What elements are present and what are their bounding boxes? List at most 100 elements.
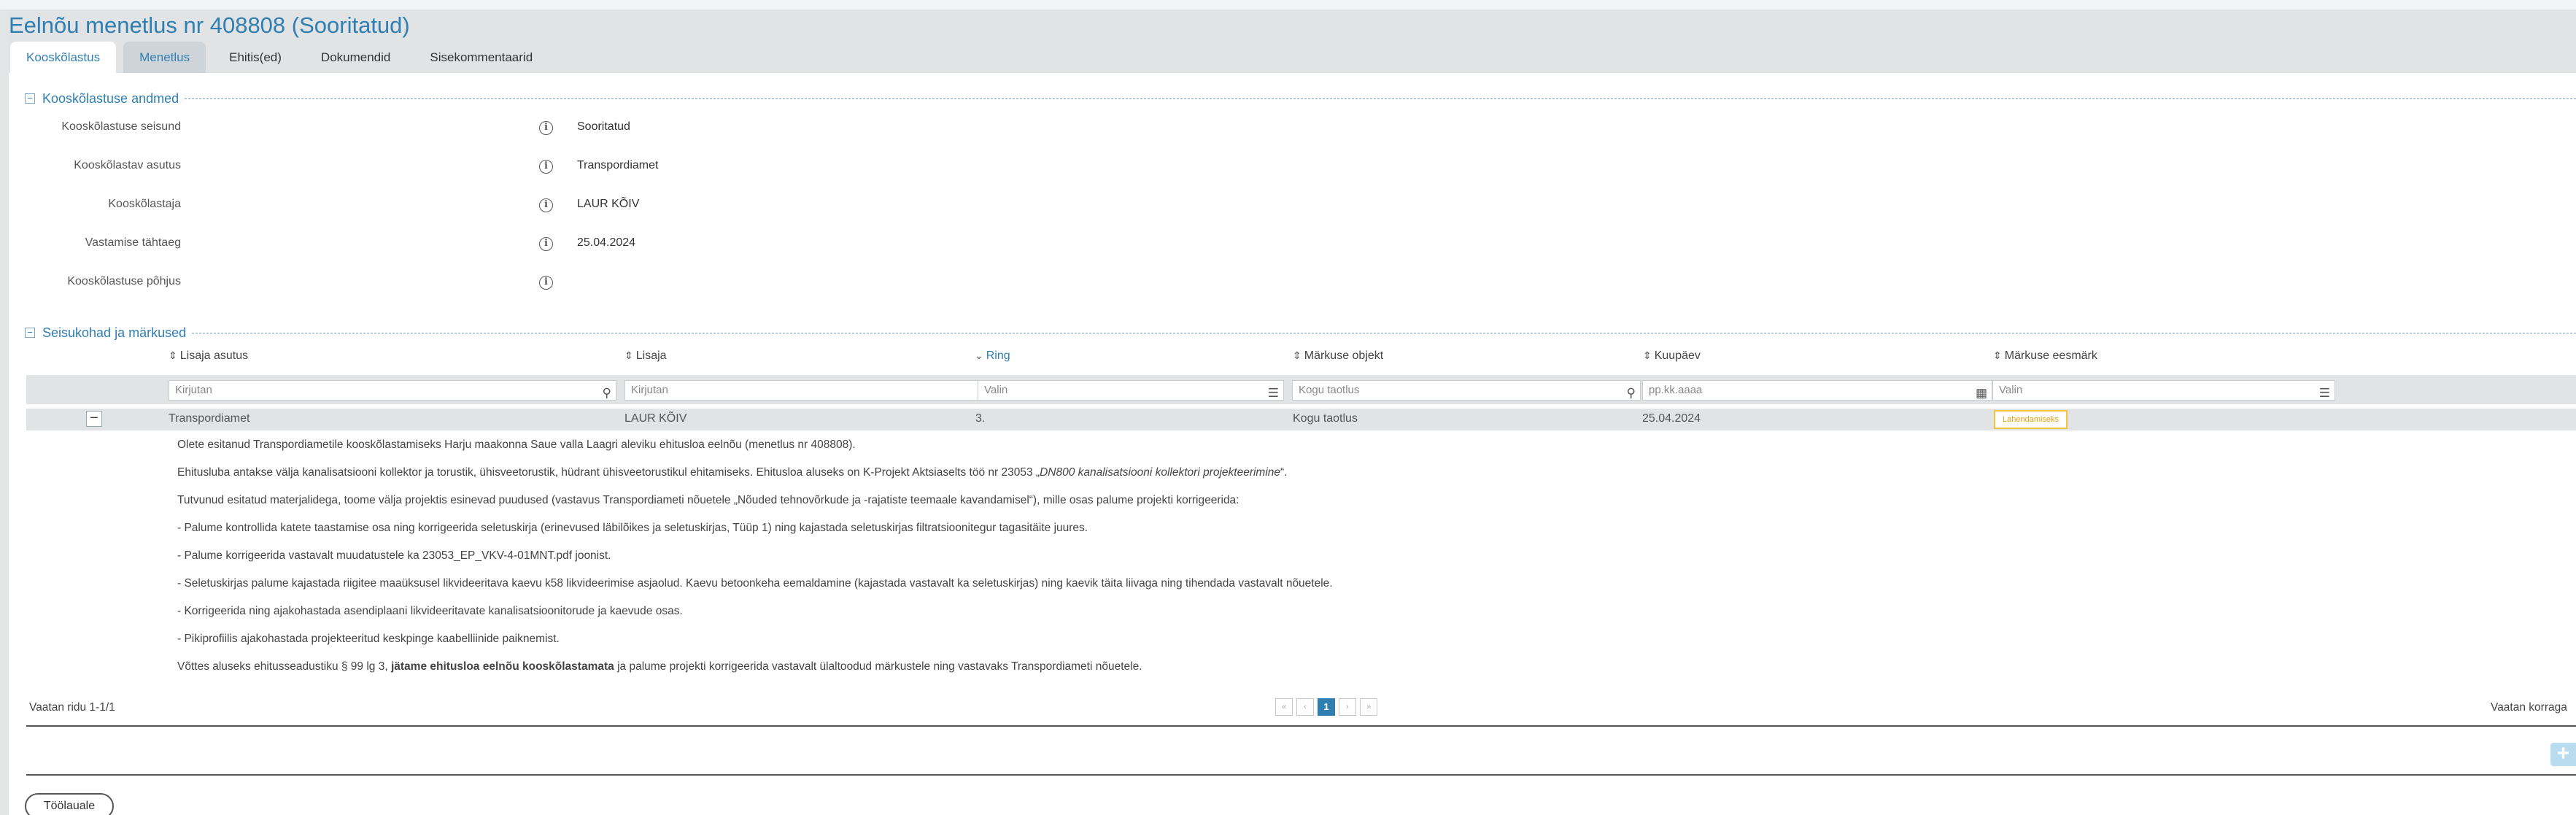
info-icon[interactable]: i xyxy=(539,121,553,135)
page-title: Eelnõu menetlus nr 408808 (Sooritatud) xyxy=(9,12,410,38)
field-kooskolastuse-seisund: Kooskõlastuse seisund i Sooritatud xyxy=(0,120,730,138)
comment-paragraph: Olete esitanud Transpordiametile kooskõl… xyxy=(177,439,856,451)
collapse-row-button[interactable]: − xyxy=(86,411,102,427)
back-to-dashboard-button[interactable]: Töölauale xyxy=(25,793,114,815)
prev-page-button[interactable]: ‹ xyxy=(1296,698,1314,716)
comment-bullet: - Pikiprofiilis ajakohastada projekteeri… xyxy=(177,633,560,645)
list-icon[interactable]: ☰ xyxy=(2319,384,2330,403)
comment-paragraph: Tutvunud esitatud materjalidega, toome v… xyxy=(177,494,1239,506)
comment-bullet: - Palume kontrollida katete taastamise o… xyxy=(177,522,1088,534)
sort-icon: ⇕ xyxy=(1643,349,1652,361)
column-header-lisaja[interactable]: ⇕ Lisaja xyxy=(624,349,667,363)
filter-placeholder: Valin xyxy=(984,384,1008,396)
filter-placeholder: Kirjutan xyxy=(175,384,212,396)
field-value: LAUR KÕIV xyxy=(577,198,640,210)
tab-ehitised[interactable]: Ehitis(ed) xyxy=(213,42,298,73)
field-kooskolastaja: Kooskõlastaja i LAUR KÕIV xyxy=(0,198,730,215)
list-icon[interactable]: ☰ xyxy=(1268,384,1279,403)
comment-paragraph: Ehitusluba antakse välja kanalisatsiooni… xyxy=(177,466,1288,479)
page-header: Eelnõu menetlus nr 408808 (Sooritatud) K… xyxy=(9,10,2576,73)
table-footer: Vaatan ridu 1-1/1 « ‹ 1 › » Vaatan korra… xyxy=(26,698,2576,719)
search-icon[interactable]: ⚲ xyxy=(603,384,611,403)
sort-icon: ⇕ xyxy=(169,349,177,361)
tab-bar: Kooskõlastus Menetlus Ehitis(ed) Dokumen… xyxy=(10,42,556,73)
field-vastamise-tahtaeg: Vastamise tähtaeg i 25.04.2024 xyxy=(0,236,730,254)
status-badge: Lahendamiseks xyxy=(1994,410,2068,429)
table-row[interactable]: − Transpordiamet LAUR KÕIV 3. Kogu taotl… xyxy=(26,409,2576,430)
search-icon[interactable]: ⚲ xyxy=(1627,384,1636,403)
divider xyxy=(26,774,2576,776)
page-number-button[interactable]: 1 xyxy=(1318,698,1335,716)
filter-lisaja-input[interactable]: Kirjutan⚲ xyxy=(624,380,999,401)
cell-ring: 3. xyxy=(975,412,986,425)
field-value: Sooritatud xyxy=(577,120,630,133)
column-label: Lisaja xyxy=(635,349,667,362)
field-label: Kooskõlastav asutus xyxy=(74,159,181,171)
column-label: Kuupäev xyxy=(1654,349,1701,362)
column-label: Märkuse objekt xyxy=(1304,349,1384,362)
tab-kooskolastus[interactable]: Kooskõlastus xyxy=(10,42,117,73)
tab-menetlus[interactable]: Menetlus xyxy=(123,42,206,73)
sort-icon: ⇕ xyxy=(1293,349,1301,361)
sort-icon: ⇕ xyxy=(1993,349,2002,361)
cell-lisaja: LAUR KÕIV xyxy=(624,412,687,425)
comment-text: Ehitusluba antakse välja kanalisatsiooni… xyxy=(177,466,1040,479)
comment-strong: jätame ehitusloa eelnõu kooskõlastamata xyxy=(390,660,614,673)
sort-desc-icon: ⌄ xyxy=(975,349,983,361)
per-page-text[interactable]: Vaatan korraga xyxy=(2491,701,2567,714)
info-icon[interactable]: i xyxy=(539,160,553,174)
field-value: 25.04.2024 xyxy=(577,236,636,249)
last-page-button[interactable]: » xyxy=(1360,698,1377,716)
column-header-markuse-eesmark[interactable]: ⇕ Märkuse eesmärk xyxy=(1993,349,2097,363)
tab-dokumendid[interactable]: Dokumendid xyxy=(305,42,406,73)
comment-emphasis: DN800 kanalisatsiooni kollektori projekt… xyxy=(1040,466,1281,479)
filter-markuse-eesmark-select[interactable]: Valin ☰ xyxy=(1992,380,2335,401)
info-icon[interactable]: i xyxy=(539,276,553,290)
cell-kuupaev: 25.04.2024 xyxy=(1642,412,1701,425)
tab-sisekommentaarid[interactable]: Sisekommentaarid xyxy=(414,42,549,73)
collapse-icon[interactable]: − xyxy=(25,93,35,104)
filter-markuse-objekt-input[interactable]: Kogu taotlus ⚲ xyxy=(1292,380,1641,401)
collapse-icon[interactable]: − xyxy=(25,328,35,338)
next-page-button[interactable]: › xyxy=(1339,698,1356,716)
filter-kuupaev-input[interactable]: pp.kk.aaaa ▦ xyxy=(1642,380,1992,401)
field-label: Kooskõlastaja xyxy=(108,198,181,210)
column-header-ring[interactable]: ⌄ Ring xyxy=(975,349,1010,363)
field-value: Transpordiamet xyxy=(577,159,659,171)
filter-placeholder: Kirjutan xyxy=(631,384,668,396)
comment-bullet: - Palume korrigeerida vastavalt muudatus… xyxy=(177,549,611,562)
cell-markuse-objekt: Kogu taotlus xyxy=(1293,412,1358,425)
info-icon[interactable]: i xyxy=(539,198,553,212)
field-kooskolastuse-pohjus: Kooskõlastuse põhjus i xyxy=(0,275,730,293)
add-button[interactable]: + xyxy=(2550,743,2576,766)
field-label: Vastamise tähtaeg xyxy=(85,236,181,249)
cell-lisaja-asutus: Transpordiamet xyxy=(169,412,250,425)
section-kooskolastuse-andmed-header: − Kooskõlastuse andmed xyxy=(25,90,2576,107)
column-label: Lisaja asutus xyxy=(179,349,249,362)
rows-count-text: Vaatan ridu 1-1/1 xyxy=(29,701,115,714)
column-header-markuse-objekt[interactable]: ⇕ Märkuse objekt xyxy=(1293,349,1383,363)
section-title: Kooskõlastuse andmed xyxy=(42,90,179,106)
column-label: Märkuse eesmärk xyxy=(2004,349,2097,362)
section-seisukohad-header: − Seisukohad ja märkused xyxy=(25,324,2576,341)
info-icon[interactable]: i xyxy=(539,237,553,251)
column-header-lisaja-asutus[interactable]: ⇕ Lisaja asutus xyxy=(169,349,248,363)
calendar-icon[interactable]: ▦ xyxy=(1976,384,1987,403)
sort-icon: ⇕ xyxy=(624,349,633,361)
divider xyxy=(26,725,2576,727)
comment-text: ja palume projekti korrigeerida vastaval… xyxy=(614,660,1142,673)
comment-paragraph: Võttes aluseks ehitusseadustiku § 99 lg … xyxy=(177,660,1142,673)
filter-placeholder: Valin xyxy=(1999,384,2023,396)
filter-row: Kirjutan ⚲ Kirjutan ⚲ Valin ☰ Kogu taotlus ⚲… xyxy=(26,375,2576,404)
pagination: « ‹ 1 › » xyxy=(1275,698,1381,716)
first-page-button[interactable]: « xyxy=(1275,698,1293,716)
comment-bullet: - Seletuskirjas palume kajastada riigite… xyxy=(177,577,1333,590)
filter-lisaja-asutus-input[interactable]: Kirjutan ⚲ xyxy=(169,380,616,401)
comment-bullet: - Korrigeerida ning ajakohastada asendip… xyxy=(177,605,683,617)
field-kooskolastav-asutus: Kooskõlastav asutus i Transpordiamet xyxy=(0,159,730,177)
comment-text: Võttes aluseks ehitusseadustiku § 99 lg … xyxy=(177,660,391,673)
column-header-kuupaev[interactable]: ⇕ Kuupäev xyxy=(1643,349,1701,363)
field-label: Kooskõlastuse põhjus xyxy=(67,275,181,287)
section-title: Seisukohad ja märkused xyxy=(42,325,187,340)
filter-ring-select[interactable]: Valin ☰ xyxy=(978,380,1284,401)
